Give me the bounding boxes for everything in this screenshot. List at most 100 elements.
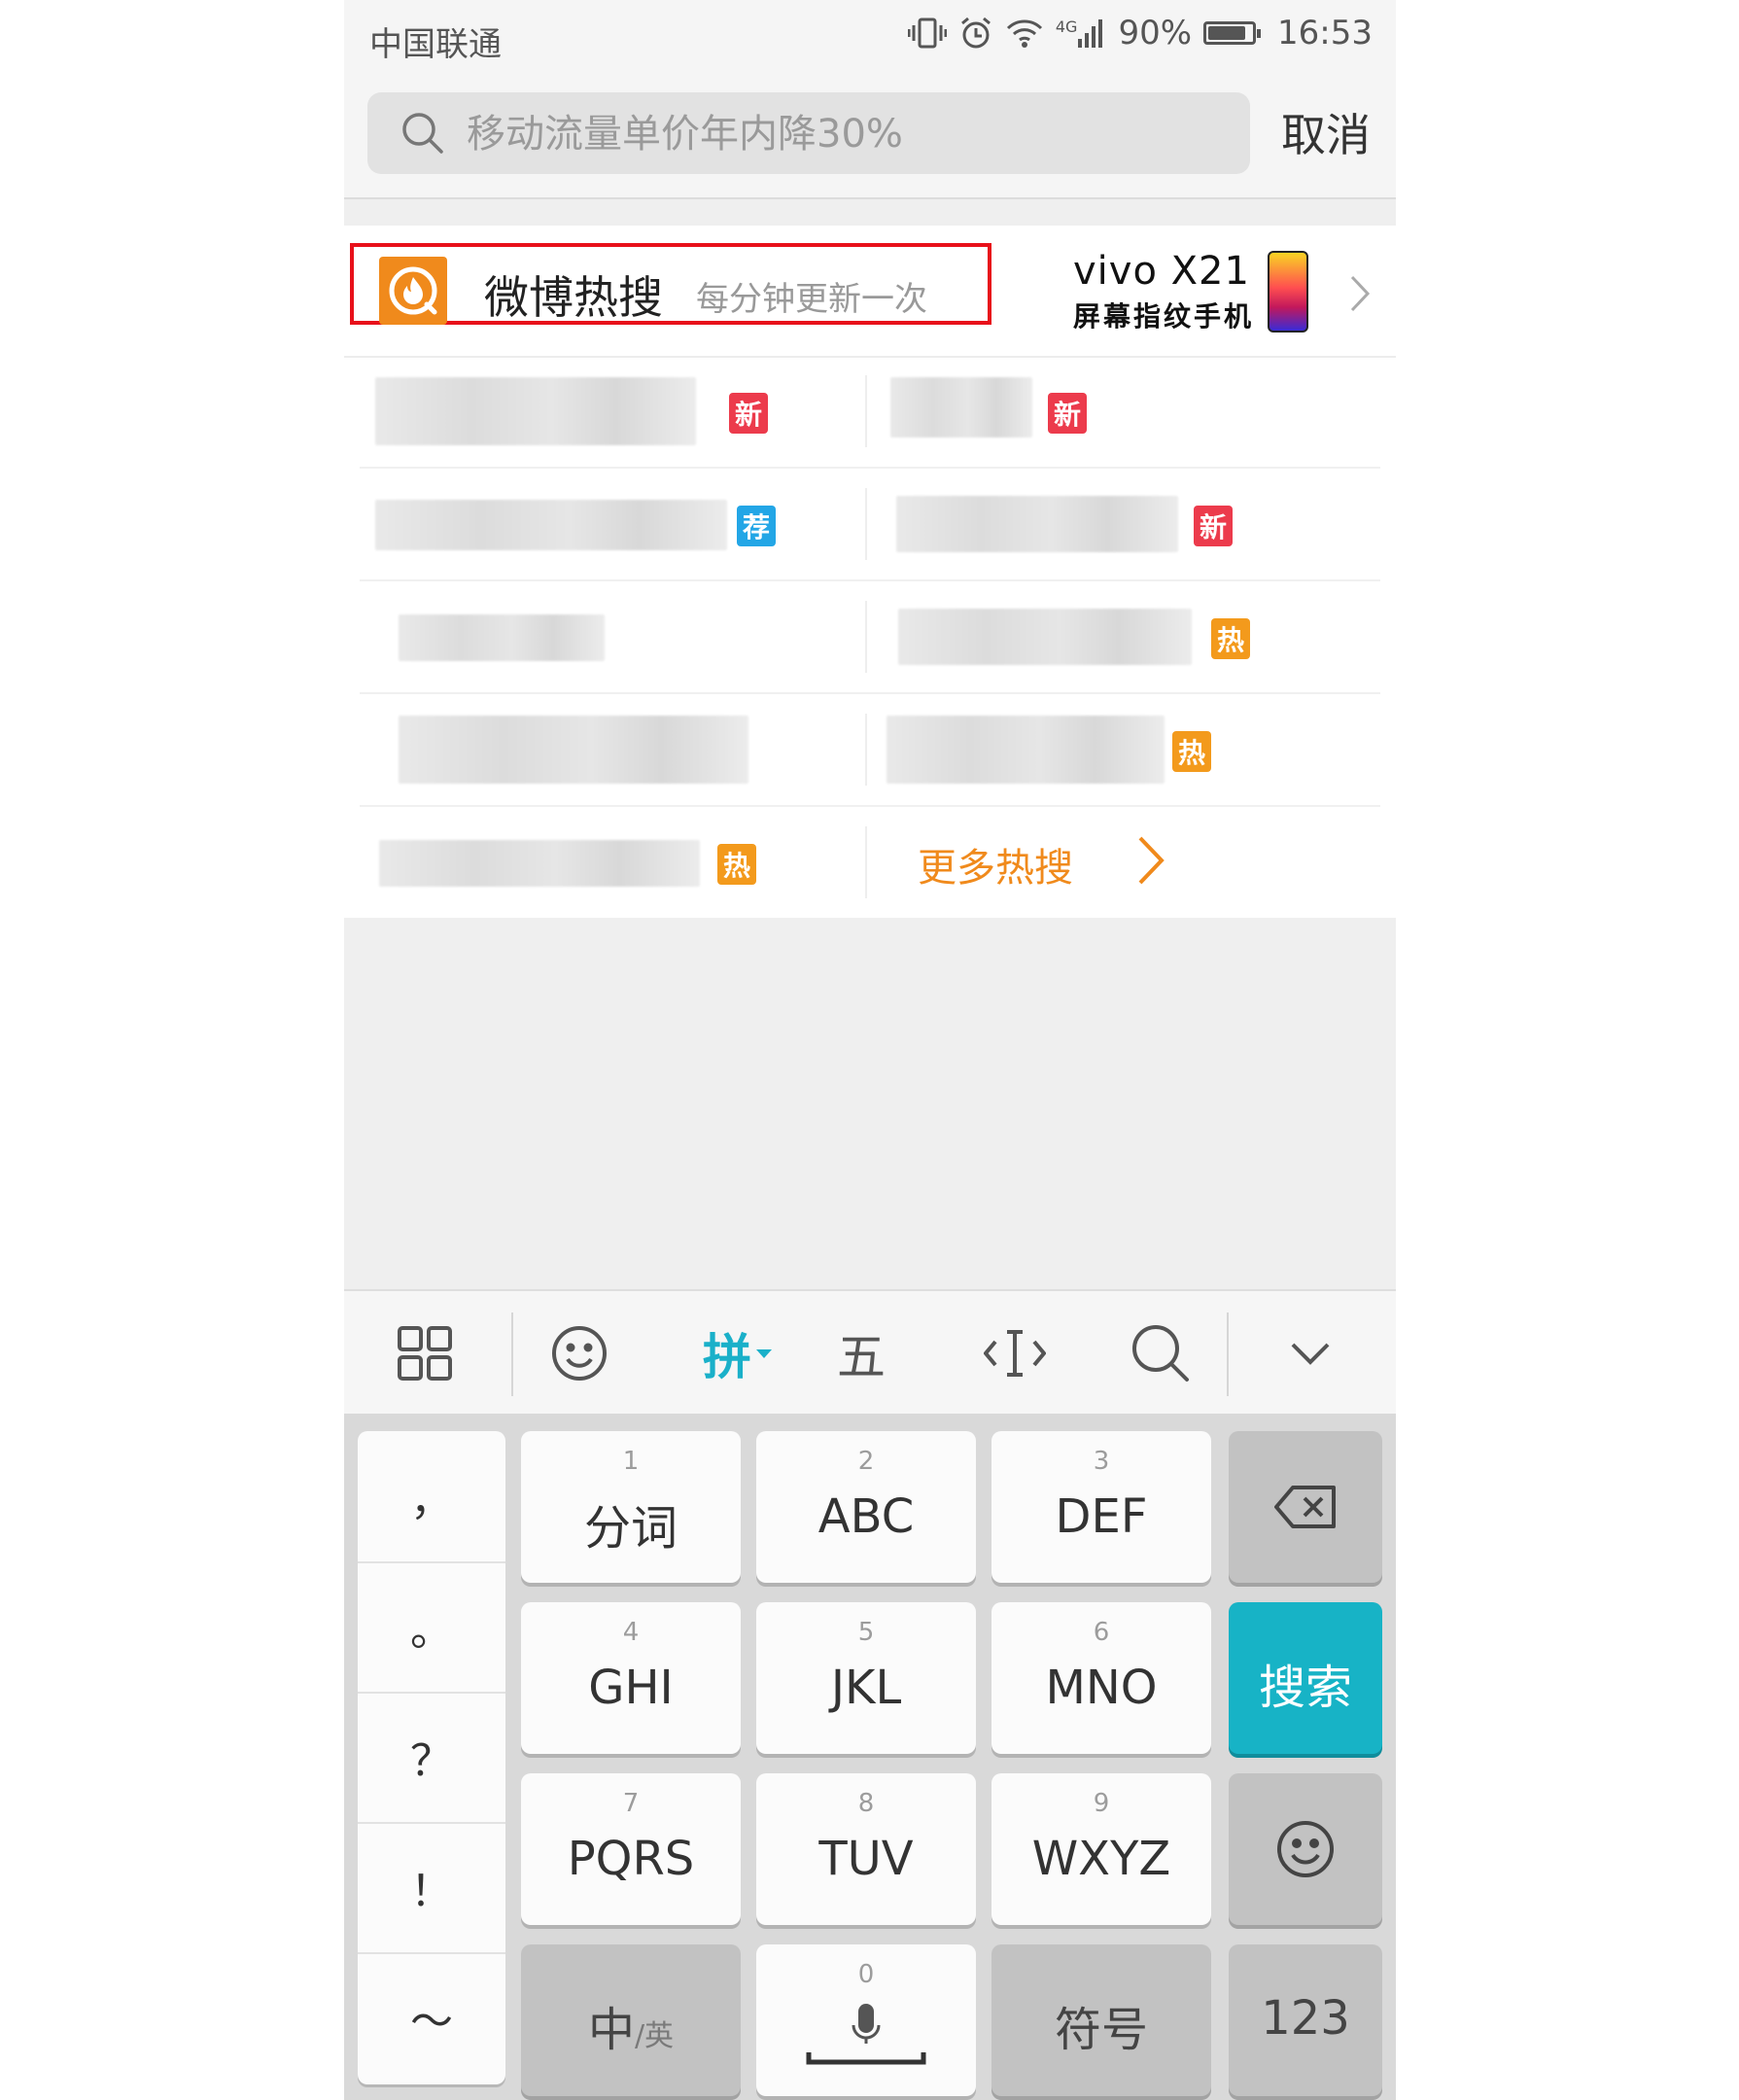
punctuation-key[interactable]: ！ [358,1822,505,1954]
hot-badge: 热 [1211,618,1250,659]
recommend-badge: 荐 [737,506,776,546]
hot-search-header[interactable]: 微博热搜 每分钟更新一次 vivo X21 屏幕指纹手机 [344,226,1396,358]
punctuation-key[interactable]: 。 [358,1561,505,1694]
pinyin-label: 拼 [703,1329,751,1385]
battery-fill [1208,26,1246,40]
hot-item[interactable]: 新 [360,356,865,467]
keyboard: ， 。 ？ ！ ～ 1 分词 2 ABC 3 DEF 4 GHI 5 JKL 6… [344,1414,1396,2100]
wubi-label: 五 [837,1329,886,1385]
cursor-icon[interactable] [984,1318,1046,1388]
search-icon[interactable] [1130,1318,1192,1388]
hot-item[interactable]: 新 [867,356,1380,467]
column-divider [865,826,867,898]
blurred-topic [887,716,1165,784]
hot-row: 热 更多热搜 [360,807,1380,918]
hot-item[interactable]: 热 [867,581,1380,692]
new-badge: 新 [1194,506,1233,546]
hot-item[interactable] [360,581,865,692]
hot-row: 热 [360,694,1380,807]
toolbar-divider [511,1312,513,1396]
ad-slogan: 屏幕指纹手机 [1073,300,1255,332]
number-key[interactable]: 123 [1229,1944,1382,2096]
status-bar: 中国联通 4G 90% 16:53 [344,0,1396,73]
wubi-mode-button[interactable]: 五 [830,1318,892,1388]
chevron-down-icon[interactable] [1287,1318,1334,1388]
new-badge: 新 [1048,393,1087,434]
key-4[interactable]: 4 GHI [521,1602,741,1754]
backspace-key[interactable] [1229,1431,1382,1583]
key-label: GHI [588,1661,674,1715]
search-input[interactable] [465,92,1227,176]
search-icon [400,111,445,159]
key-number: 9 [1093,1789,1110,1818]
punctuation-column: ， 。 ？ ！ ～ [358,1431,505,2084]
search-bar: 取消 [344,73,1396,199]
backspace-icon [1229,1431,1382,1583]
cancel-button[interactable]: 取消 [1281,100,1371,164]
hot-search-panel: 微博热搜 每分钟更新一次 vivo X21 屏幕指纹手机 新 新 荐 新 热 热… [344,226,1396,918]
key-number: 1 [622,1447,640,1476]
symbol-key[interactable]: 符号 [991,1944,1211,2096]
phone-screen: 中国联通 4G 90% 16:53 移动流量单价年内降30% 取消 微博热搜 每… [344,0,1396,2100]
punctuation-key[interactable]: ， [358,1431,505,1563]
clock: 16:53 [1277,14,1373,52]
hot-item[interactable]: 热 [360,807,865,918]
key-label: MNO [1045,1661,1158,1715]
emoji-icon[interactable] [548,1318,610,1388]
ad-brand: vivo X21 [1073,249,1250,294]
key-number: 7 [622,1789,640,1818]
key-number: 5 [857,1618,875,1647]
keyboard-toolbar: 拼 五 [344,1289,1396,1416]
blurred-topic [890,377,1032,438]
punctuation-key[interactable]: ～ [358,1952,505,2082]
key-number: 3 [1093,1447,1110,1476]
key-label: DEF [1055,1489,1148,1544]
key-2[interactable]: 2 ABC [756,1431,976,1583]
key-1[interactable]: 1 分词 [521,1431,741,1583]
ad-phone-image [1268,251,1308,332]
key-3[interactable]: 3 DEF [991,1431,1211,1583]
blurred-topic [399,614,605,661]
chevron-right-icon[interactable] [1349,274,1371,317]
hot-search-title: 微博热搜 [484,271,663,324]
status-icons: 4G 90% 16:53 [907,14,1373,52]
blurred-topic [375,500,727,550]
key-7[interactable]: 7 PQRS [521,1773,741,1925]
key-5[interactable]: 5 JKL [756,1602,976,1754]
punctuation-key[interactable]: ？ [358,1692,505,1824]
key-label: JKL [830,1661,902,1715]
hot-item[interactable]: 热 [867,694,1380,805]
emoji-icon [1229,1773,1382,1925]
hot-item[interactable]: 荐 [360,469,865,579]
hot-row: 热 [360,581,1380,694]
lang-sub: /英 [634,2019,675,2053]
blurred-topic [898,609,1192,665]
wifi-icon [1005,17,1044,50]
chevron-right-icon[interactable] [1135,834,1166,891]
number-key-label: 123 [1261,1991,1350,2046]
grid-icon[interactable] [393,1318,457,1388]
hot-badge: 热 [1172,731,1211,772]
hot-item[interactable]: 新 [867,469,1380,579]
vibrate-icon [907,16,947,51]
lang-main: 中 [587,2003,635,2057]
key-9[interactable]: 9 WXYZ [991,1773,1211,1925]
carrier-label: 中国联通 [369,25,502,64]
language-switch-key[interactable]: 中/英 [521,1944,741,2096]
space-key[interactable]: 0 [756,1944,976,2096]
more-hot-search-link[interactable]: 更多热搜 [918,836,1073,892]
key-6[interactable]: 6 MNO [991,1602,1211,1754]
search-box[interactable] [367,92,1250,176]
pinyin-mode-button[interactable]: 拼 [694,1318,782,1388]
emoji-key[interactable] [1229,1773,1382,1925]
hot-badge: 热 [717,844,756,885]
key-label: ABC [817,1489,915,1544]
fire-search-icon [379,257,447,325]
key-8[interactable]: 8 TUV [756,1773,976,1925]
search-key[interactable]: 搜索 [1229,1602,1382,1754]
key-label: TUV [818,1832,914,1886]
key-label: 分词 [583,1501,678,1556]
hot-item[interactable] [360,694,865,805]
ad-banner[interactable]: vivo X21 屏幕指纹手机 [1073,249,1326,338]
battery-icon [1203,21,1262,45]
